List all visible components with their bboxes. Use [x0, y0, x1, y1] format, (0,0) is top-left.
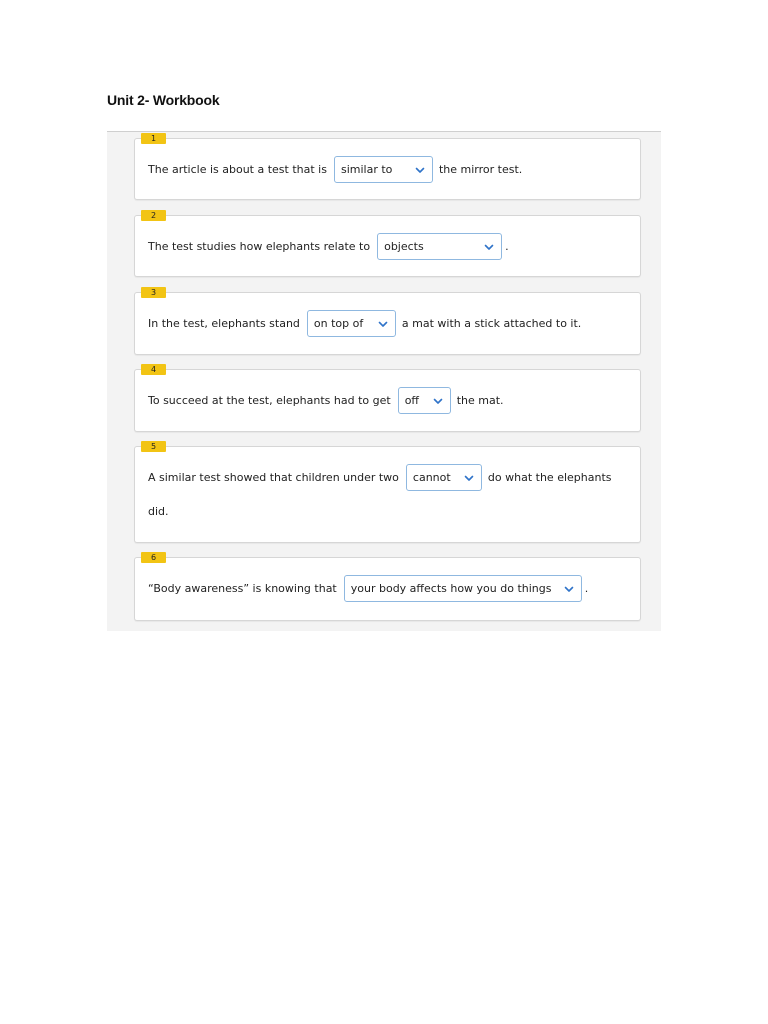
question-text-before: The article is about a test that is: [148, 163, 327, 176]
answer-dropdown-1[interactable]: similar to: [333, 156, 433, 183]
dropdown-selected-value: objects: [384, 240, 424, 253]
dropdown-selected-value: off: [404, 394, 420, 407]
question-text-continued: did.: [148, 505, 169, 518]
page-title: Unit 2- Workbook: [107, 92, 220, 108]
answer-dropdown-2[interactable]: objects: [377, 233, 503, 260]
answer-dropdown-4[interactable]: off: [397, 387, 451, 414]
chevron-down-icon: [377, 318, 389, 330]
question-text-after: do what the elephants: [487, 471, 612, 484]
chevron-down-icon: [463, 472, 475, 484]
question-number-badge: 4: [141, 364, 166, 375]
question-number-badge: 2: [141, 210, 166, 221]
dropdown-selected-value: similar to: [340, 163, 393, 176]
question-sentence: The test studies how elephants relate to…: [148, 233, 509, 260]
question-sentence: A similar test showed that children unde…: [148, 464, 612, 491]
question-number-badge: 5: [141, 441, 166, 452]
question-card-3: 3 In the test, elephants stand on top of…: [134, 287, 641, 355]
question-text-before: “Body awareness” is knowing that: [148, 582, 337, 595]
question-sentence: To succeed at the test, elephants had to…: [148, 387, 504, 414]
question-number-badge: 3: [141, 287, 166, 298]
chevron-down-icon: [414, 164, 426, 176]
question-card-6: 6 “Body awareness” is knowing that your …: [134, 552, 641, 621]
question-text-before: A similar test showed that children unde…: [148, 471, 399, 484]
answer-dropdown-5[interactable]: cannot: [405, 464, 482, 491]
chevron-down-icon: [483, 241, 495, 253]
question-sentence: The article is about a test that is simi…: [148, 156, 522, 183]
question-number-badge: 6: [141, 552, 166, 563]
chevron-down-icon: [432, 395, 444, 407]
answer-dropdown-6[interactable]: your body affects how you do things: [343, 575, 582, 602]
dropdown-selected-value: cannot: [412, 471, 451, 484]
workbook-panel: 1 The article is about a test that is si…: [107, 131, 661, 631]
question-text-after: the mat.: [456, 394, 504, 407]
question-card-5: 5 A similar test showed that children un…: [134, 441, 641, 543]
question-text-after: .: [505, 240, 509, 253]
dropdown-selected-value: your body affects how you do things: [350, 582, 552, 595]
question-card-2: 2 The test studies how elephants relate …: [134, 210, 641, 277]
question-text-before: The test studies how elephants relate to: [148, 240, 371, 253]
question-sentence: “Body awareness” is knowing that your bo…: [148, 575, 588, 602]
question-text-after: .: [584, 582, 589, 595]
question-card-4: 4 To succeed at the test, elephants had …: [134, 364, 641, 432]
question-text-after: a mat with a stick attached to it.: [401, 317, 582, 330]
dropdown-selected-value: on top of: [313, 317, 364, 330]
question-text-before: To succeed at the test, elephants had to…: [148, 394, 391, 407]
answer-dropdown-3[interactable]: on top of: [306, 310, 396, 337]
question-text-before: In the test, elephants stand: [148, 317, 300, 330]
question-text-after: the mirror test.: [438, 163, 523, 176]
question-number-badge: 1: [141, 133, 166, 144]
question-card-1: 1 The article is about a test that is si…: [134, 133, 641, 200]
chevron-down-icon: [563, 583, 575, 595]
question-sentence: In the test, elephants stand on top of a…: [148, 310, 581, 337]
